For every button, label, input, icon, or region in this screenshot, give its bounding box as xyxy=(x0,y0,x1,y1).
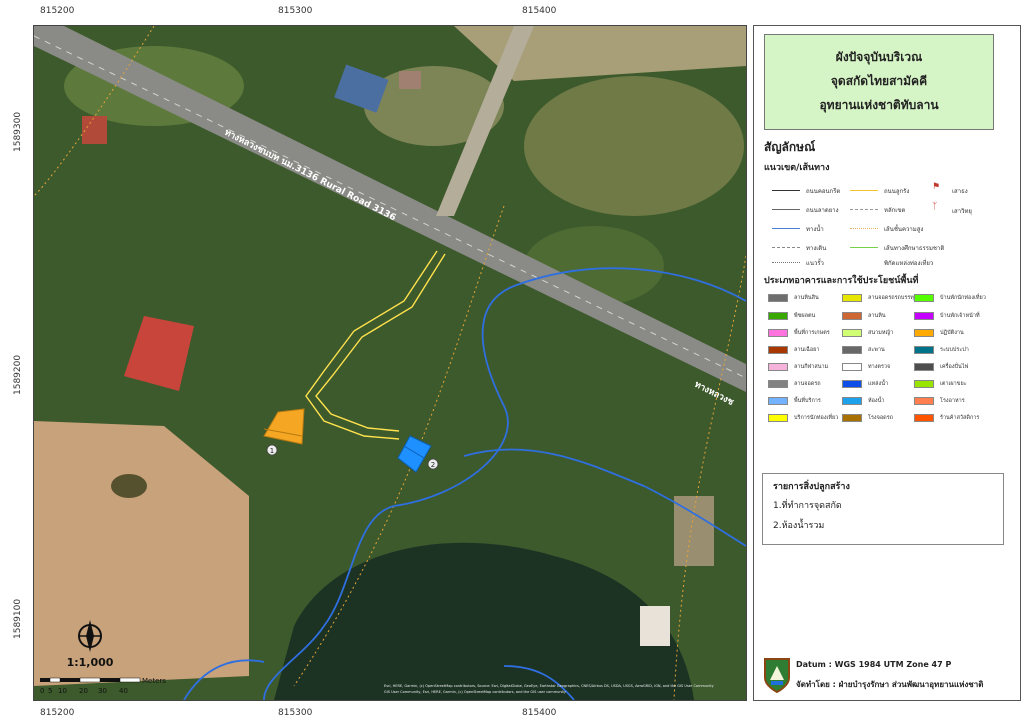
map-title-line-2: จุดสกัดไทยสามัคคี xyxy=(830,74,928,88)
waterway-symbol xyxy=(772,228,800,229)
map-title-box: ผังปัจจุบันบริเวณ จุดสกัดไทยสามัคคี อุทย… xyxy=(764,34,994,130)
landuse-item: ทางตรวจ xyxy=(842,363,890,371)
grid-x-label-815200-bottom: 815200 xyxy=(40,708,75,718)
concrete-road-symbol xyxy=(772,190,800,191)
nature-trail-symbol xyxy=(850,247,878,248)
boundary-marker-symbol xyxy=(850,209,878,210)
landuse-item: โรงอาหาร xyxy=(914,397,965,405)
symbols-heading: สัญลักษณ์ xyxy=(764,140,816,154)
scale-tick: 20 xyxy=(79,687,88,695)
landuse-item: ลานหิน xyxy=(842,312,886,320)
landuse-item: สนามหญ้า xyxy=(842,329,893,337)
footer-credits: Datum : WGS 1984 UTM Zone 47 P จัดทำโดย … xyxy=(762,656,1012,694)
landuse-item: ร้านค้าสวัสดิการ xyxy=(914,414,979,422)
legend-line-label: เส้นทางศึกษาธรรมชาติ xyxy=(884,245,945,252)
radio-tower-icon: ᛉ xyxy=(932,202,938,212)
scale-bar xyxy=(40,677,141,683)
landuse-item: สะพาน xyxy=(842,346,885,354)
attribution-line-1: Esri, HERE, Garmin, (c) OpenStreetMap co… xyxy=(384,684,714,688)
landuse-item: พื้นที่บริการ xyxy=(768,397,821,405)
landuse-item: พื้นที่การเกษตร xyxy=(768,329,830,337)
legend-line-label: ถนนลาดยาง xyxy=(806,207,839,214)
grid-x-label-815300-bottom: 815300 xyxy=(278,708,313,718)
flag-icon: ⚑ xyxy=(932,182,941,192)
legend-point-label: เสาธง xyxy=(952,188,968,195)
map-canvas: ทางหลวงชนบท นม.3136 Rural Road 3136 ทางห… xyxy=(34,26,746,700)
landuse-item: เครื่องปั่นไฟ xyxy=(914,363,968,371)
map-title-line-1: ผังปัจจุบันบริเวณ xyxy=(835,50,923,64)
grid-y-label-1589300: 1589300 xyxy=(13,111,23,152)
legend-panel: ผังปัจจุบันบริเวณ จุดสกัดไทยสามัคคี อุทย… xyxy=(753,25,1021,701)
legend-line-label: เส้นชั้นความสูง xyxy=(884,226,924,233)
grid-x-label-815200: 815200 xyxy=(40,6,75,16)
landuse-item: บ้านพักเจ้าหน้าที่ xyxy=(914,312,980,320)
scale-tick: 0 xyxy=(40,687,44,695)
contour-symbol xyxy=(850,228,878,229)
roof-red-small xyxy=(82,116,107,144)
landuse-item: ลานหินสิน xyxy=(768,294,819,302)
building-1-number: 1 xyxy=(270,447,274,455)
park-logo-icon xyxy=(764,658,790,694)
scale-tick: 40 xyxy=(119,687,128,695)
building-list-box: รายการสิ่งปลูกสร้าง 1.ที่ทำการจุดสกัด 2.… xyxy=(762,473,1004,545)
grid-x-label-815400-bottom: 815400 xyxy=(522,708,557,718)
landuse-item: บ้านพักนักท่องเที่ยว xyxy=(914,294,986,302)
tree-clump xyxy=(111,474,147,498)
lines-heading: แนวเขต/เส้นทาง xyxy=(764,163,830,173)
landuse-item: ปฏิบัติงาน xyxy=(914,329,964,337)
grid-x-label-815400: 815400 xyxy=(522,6,557,16)
landuse-item: ลานจอดรถรถบรรทุก xyxy=(842,294,917,302)
scale-tick: 30 xyxy=(98,687,107,695)
vegetation-patch xyxy=(524,76,744,216)
landuse-item: ลานเฉือยา xyxy=(768,346,819,354)
clearing xyxy=(640,606,670,646)
building-list-item-1: 1.ที่ทำการจุดสกัด xyxy=(773,501,842,511)
walkway-symbol xyxy=(772,247,800,248)
building-list-item-2: 2.ห้องน้ำรวม xyxy=(773,521,825,531)
attribution-line-2: GIS User Community, Esri, HERE, Garmin, … xyxy=(384,690,566,694)
fence-symbol xyxy=(772,262,800,263)
scale-unit: Meters xyxy=(142,677,166,685)
legend-line-label: ทางเดิน xyxy=(806,245,827,252)
building-2-number: 2 xyxy=(431,461,435,469)
landuse-item: บริการนักท่องเที่ยว xyxy=(768,414,838,422)
laterite-road-symbol xyxy=(850,190,878,191)
scale-tick: 5 xyxy=(48,687,52,695)
grid-x-label-815300: 815300 xyxy=(278,6,313,16)
scale-ratio: 1:1,000 xyxy=(67,656,114,669)
landuse-item: เตาเผาขยะ xyxy=(914,380,967,388)
datum-text: Datum : WGS 1984 UTM Zone 47 P xyxy=(796,660,952,669)
map-frame[interactable]: ทางหลวงชนบท นม.3136 Rural Road 3136 ทางห… xyxy=(33,25,747,701)
asphalt-road-symbol xyxy=(772,209,800,210)
scale-tick: 10 xyxy=(58,687,67,695)
landuse-heading: ประเภทอาคารและการใช้ประโยชน์พื้นที่ xyxy=(764,276,919,286)
landuse-item: ลานจอดรถ xyxy=(768,380,821,388)
legend-line-label: พิกัดแหล่งท่องเที่ยว xyxy=(884,260,934,267)
map-title-line-3: อุทยานแห่งชาติทับลาน xyxy=(819,98,939,112)
legend-line-label: ถนนคอนกรีต xyxy=(806,188,841,195)
legend-line-label: ทางน้ำ xyxy=(806,226,824,233)
landuse-item: ลานกีฬาสนาม xyxy=(768,363,828,371)
landuse-item: พืชผลตน xyxy=(768,312,815,320)
grid-y-label-1589200: 1589200 xyxy=(13,354,23,395)
grid-y-label-1589100: 1589100 xyxy=(13,598,23,639)
landuse-item: ระบบประปา xyxy=(914,346,969,354)
legend-point-label: เสาวิทยุ xyxy=(952,208,972,215)
legend-line-label: หลักเขต xyxy=(884,207,906,214)
roof xyxy=(399,71,421,89)
landuse-item: โรงจอดรถ xyxy=(842,414,893,422)
legend-line-label: ถนนลูกรัง xyxy=(884,188,910,195)
landuse-item: แหล่งน้ำ xyxy=(842,380,888,388)
landuse-item: ห้องน้ำ xyxy=(842,397,884,405)
building-list-title: รายการสิ่งปลูกสร้าง xyxy=(773,482,850,492)
legend-line-label: แนวรั้ว xyxy=(806,260,824,267)
made-by-text: จัดทำโดย : ฝ่ายบำรุงรักษา ส่วนพัฒนาอุทยา… xyxy=(796,680,984,689)
